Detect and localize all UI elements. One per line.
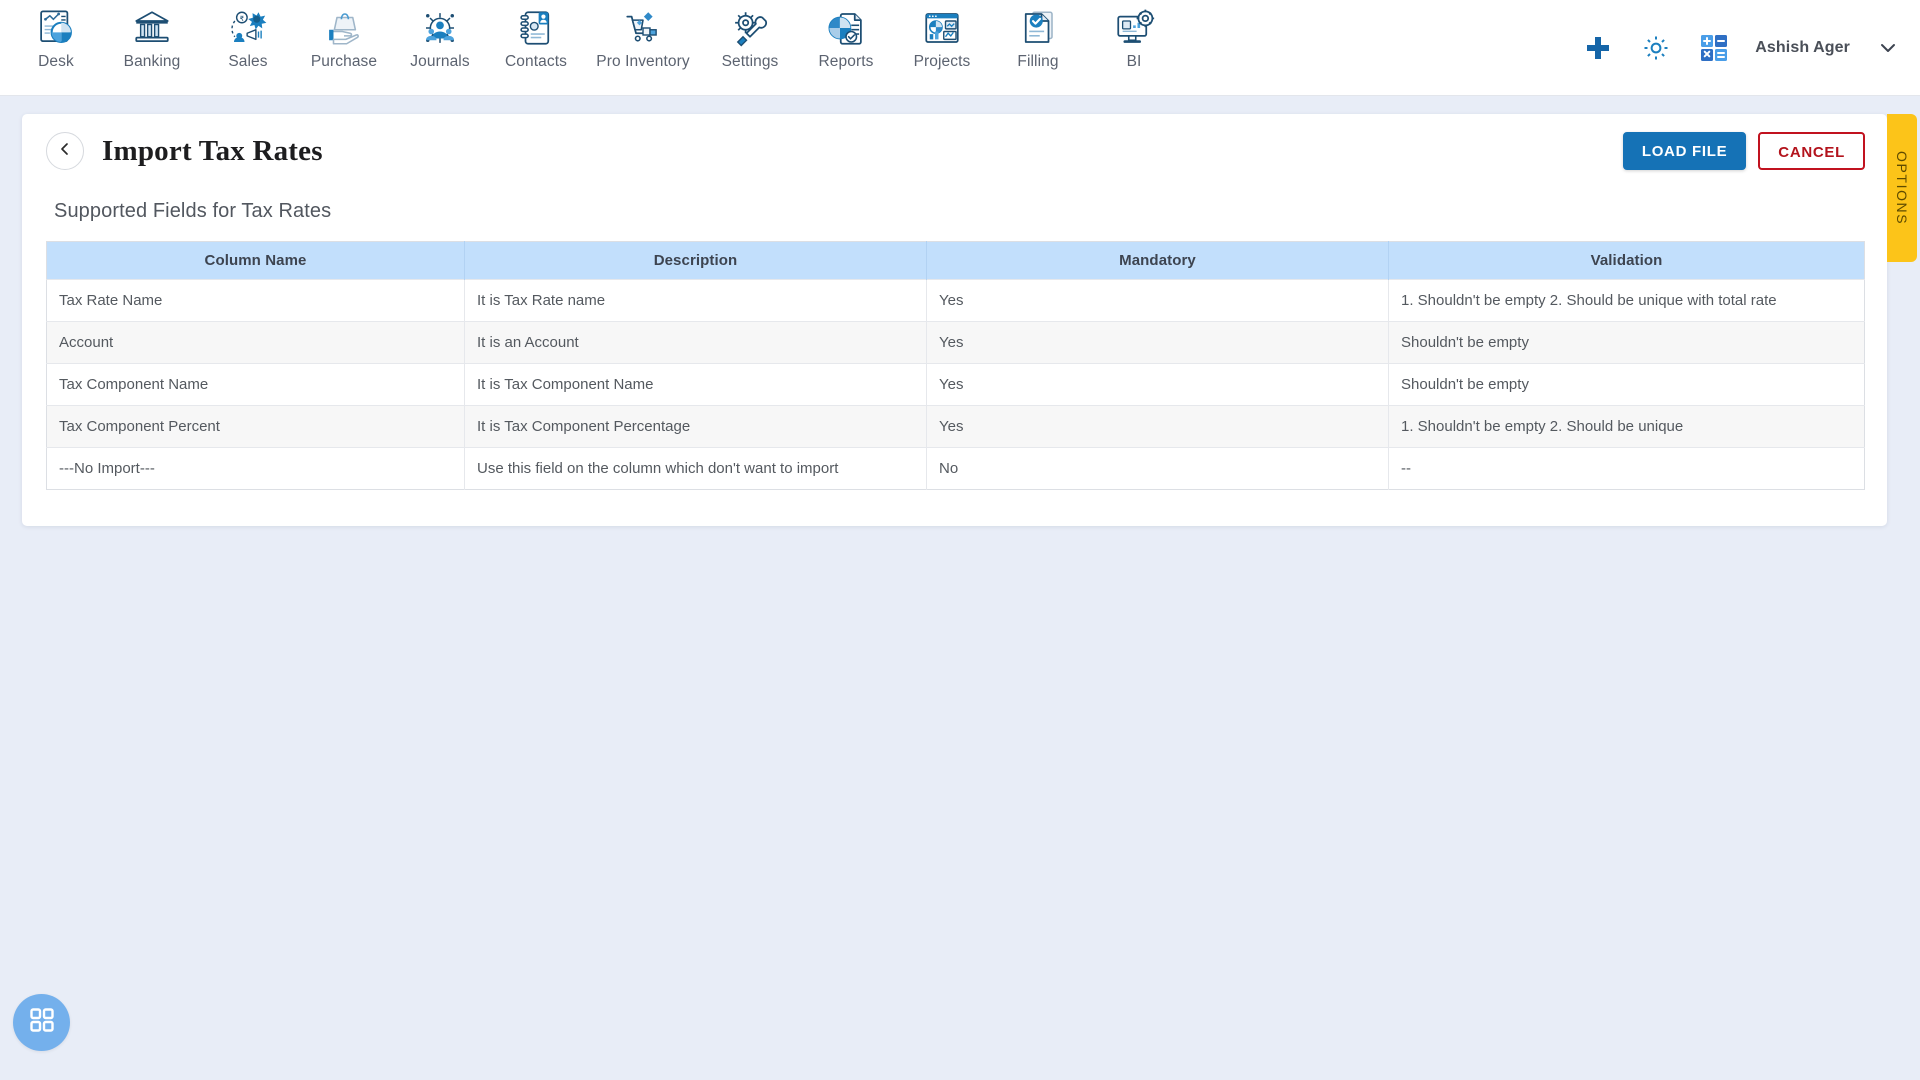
bi-monitor-gear-icon [1112, 6, 1156, 50]
import-tax-rates-card: Import Tax Rates LOAD FILE CANCEL OPTION… [22, 114, 1917, 526]
table-head: Column Name Description Mandatory Valida… [46, 241, 1865, 280]
column-header-mandatory: Mandatory [926, 241, 1389, 280]
page-container: Import Tax Rates LOAD FILE CANCEL OPTION… [0, 96, 1920, 1080]
nav-label-pro-inventory: Contacts [505, 53, 567, 70]
header-actions: LOAD FILE CANCEL [1622, 132, 1865, 170]
section-title: Supported Fields for Tax Rates [54, 200, 332, 222]
nav-item-journals[interactable]: Journals [392, 0, 488, 71]
nav-label-sales: Sales [228, 53, 268, 70]
cell-column-name: ---No Import--- [46, 447, 465, 490]
nav-label-filling: Filling [1017, 53, 1059, 70]
nav-item-projects[interactable]: Projects [894, 0, 990, 71]
reports-piechart-icon [824, 6, 868, 50]
nav-item-reports[interactable]: Reports [798, 0, 894, 71]
table-body: Tax Rate Name It is Tax Rate name Yes 1.… [46, 279, 1865, 490]
svg-text:₹: ₹ [240, 15, 245, 23]
nav-label-reports: Reports [818, 53, 874, 70]
nav-label-purchase: Purchase [310, 53, 378, 70]
cell-mandatory: Yes [926, 321, 1389, 364]
cell-mandatory: Yes [926, 279, 1389, 322]
apps-launcher-button[interactable] [13, 994, 70, 1051]
cell-description: It is an Account [464, 321, 927, 364]
nav-label-contacts: Pro Inventory [596, 53, 690, 70]
top-navigation-bar: Desk Banking ₹ Sales Purchase Journals C… [0, 0, 1920, 96]
nav-label-desk: Desk [38, 53, 74, 70]
chevron-left-icon [57, 141, 73, 162]
cell-validation: 1. Shouldn't be empty 2. Should be uniqu… [1388, 405, 1865, 448]
inventory-cart-icon [621, 6, 665, 50]
back-button[interactable] [46, 132, 84, 170]
cell-mandatory: Yes [926, 405, 1389, 448]
options-side-tab[interactable]: OPTIONS [1887, 114, 1917, 262]
nav-label-bi: BI [1126, 53, 1142, 70]
nav-item-filling[interactable]: Filling [990, 0, 1086, 71]
user-name[interactable]: Ashish Ager [1755, 39, 1850, 57]
sales-megaphone-icon: ₹ [226, 6, 270, 50]
nav-items: Desk Banking ₹ Sales Purchase Journals C… [8, 0, 1182, 71]
nav-item-settings[interactable]: Settings [702, 0, 798, 71]
cell-description: It is Tax Component Name [464, 363, 927, 406]
cell-mandatory: No [926, 447, 1389, 490]
nav-label-journals: Journals [410, 53, 470, 70]
bank-building-icon [130, 6, 174, 50]
settings-gear-wrench-icon [728, 6, 772, 50]
nav-item-pro-inventory[interactable]: Pro Inventory [584, 0, 702, 71]
table-row: Account It is an Account Yes Shouldn't b… [46, 321, 1865, 364]
nav-right-actions: Ashish Ager [1581, 0, 1898, 96]
table-header-row: Column Name Description Mandatory Valida… [46, 241, 1865, 280]
options-tab-label: OPTIONS [1894, 150, 1910, 226]
cell-column-name: Tax Component Percent [46, 405, 465, 448]
table-row: ---No Import--- Use this field on the co… [46, 447, 1865, 490]
cell-description: It is Tax Component Percentage [464, 405, 927, 448]
column-header-column-name: Column Name [46, 241, 465, 280]
cell-validation: 1. Shouldn't be empty 2. Should be uniqu… [1388, 279, 1865, 322]
purchase-bag-hand-icon [322, 6, 366, 50]
table-row: Tax Component Name It is Tax Component N… [46, 363, 1865, 406]
nav-item-desk[interactable]: Desk [8, 0, 104, 71]
cell-column-name: Account [46, 321, 465, 364]
cell-validation: -- [1388, 447, 1865, 490]
nav-label-projects: Projects [913, 53, 971, 70]
cell-validation: Shouldn't be empty [1388, 321, 1865, 364]
nav-item-bi[interactable]: BI [1086, 0, 1182, 71]
column-header-description: Description [464, 241, 927, 280]
nav-label-settings: Settings [721, 53, 779, 70]
nav-item-purchase[interactable]: Purchase [296, 0, 392, 71]
column-header-validation: Validation [1388, 241, 1865, 280]
grid-apps-icon [28, 1006, 56, 1039]
projects-dashboard-icon [920, 6, 964, 50]
gear-icon[interactable] [1639, 31, 1673, 65]
nav-item-banking[interactable]: Banking [104, 0, 200, 71]
cell-description: It is Tax Rate name [464, 279, 927, 322]
supported-fields-table: Column Name Description Mandatory Valida… [46, 241, 1865, 490]
add-icon[interactable] [1581, 31, 1615, 65]
chevron-down-icon[interactable] [1878, 38, 1898, 58]
journals-gear-people-icon [418, 6, 462, 50]
load-file-button[interactable]: LOAD FILE [1622, 132, 1747, 170]
nav-item-contacts[interactable]: Contacts [488, 0, 584, 71]
nav-label-banking: Banking [123, 53, 181, 70]
filling-documents-check-icon [1016, 6, 1060, 50]
card-header: Import Tax Rates LOAD FILE CANCEL OPTION… [22, 114, 1917, 262]
cancel-button[interactable]: CANCEL [1758, 132, 1865, 170]
table-row: Tax Rate Name It is Tax Rate name Yes 1.… [46, 279, 1865, 322]
cell-validation: Shouldn't be empty [1388, 363, 1865, 406]
cell-column-name: Tax Component Name [46, 363, 465, 406]
nav-item-sales[interactable]: ₹ Sales [200, 0, 296, 71]
page-title: Import Tax Rates [102, 134, 323, 167]
calculator-icon[interactable] [1697, 31, 1731, 65]
contacts-book-icon [514, 6, 558, 50]
cell-column-name: Tax Rate Name [46, 279, 465, 322]
cell-mandatory: Yes [926, 363, 1389, 406]
table-row: Tax Component Percent It is Tax Componen… [46, 405, 1865, 448]
dashboard-chart-icon [34, 6, 78, 50]
card-body: Supported Fields for Tax Rates Column Na… [22, 200, 1887, 490]
cell-description: Use this field on the column which don't… [464, 447, 927, 490]
